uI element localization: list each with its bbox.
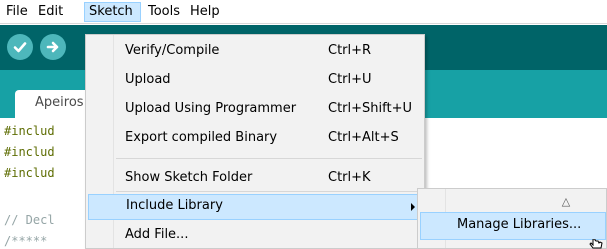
menubar: File Edit Sketch Tools Help <box>0 0 607 24</box>
scroll-up-icon[interactable]: △ <box>556 194 576 208</box>
menu-item-label: Show Sketch Folder <box>125 170 253 185</box>
menu-item-show-sketch-folder[interactable]: Show Sketch Folder Ctrl+K <box>86 166 424 192</box>
hand-cursor-icon <box>589 239 603 249</box>
menu-item-shortcut: Ctrl+Alt+S <box>328 130 399 145</box>
menu-item-label: Upload Using Programmer <box>125 101 297 116</box>
scroll-up-glyph: △ <box>561 194 571 208</box>
menu-item-verify-compile[interactable]: Verify/Compile Ctrl+R <box>86 39 424 65</box>
menu-item-label: Upload <box>125 72 171 87</box>
code-line: // Decl <box>4 213 55 227</box>
code-line: #includ <box>4 124 55 138</box>
menu-item-label: Add File... <box>125 227 189 242</box>
menu-item-add-file[interactable]: Add File... <box>86 223 424 249</box>
menu-item-label: Manage Libraries... <box>457 217 582 232</box>
menu-item-shortcut: Ctrl+R <box>328 43 372 58</box>
code-line: #includ <box>4 166 55 180</box>
arrow-right-icon <box>46 41 59 53</box>
menu-edit[interactable]: Edit <box>34 2 67 22</box>
menu-item-shortcut: Ctrl+Shift+U <box>328 101 412 116</box>
menu-tools[interactable]: Tools <box>144 2 184 22</box>
include-library-submenu: △ Manage Libraries... <box>417 188 607 249</box>
menu-file[interactable]: File <box>2 2 32 22</box>
upload-button[interactable] <box>40 34 66 60</box>
menu-sketch[interactable]: Sketch <box>84 2 141 22</box>
menu-item-label: Export compiled Binary <box>125 130 278 145</box>
verify-button[interactable] <box>7 34 33 60</box>
code-line: #includ <box>4 145 55 159</box>
menu-item-include-library[interactable]: Include Library <box>88 194 422 220</box>
sketch-menu: Verify/Compile Ctrl+R Upload Ctrl+U Uplo… <box>85 34 425 249</box>
menu-item-shortcut: Ctrl+U <box>328 72 372 87</box>
menu-item-export-compiled-binary[interactable]: Export compiled Binary Ctrl+Alt+S <box>86 126 424 152</box>
checkmark-icon <box>13 42 27 53</box>
menu-separator <box>116 191 422 192</box>
menu-item-upload-using-programmer[interactable]: Upload Using Programmer Ctrl+Shift+U <box>86 97 424 123</box>
menu-item-upload[interactable]: Upload Ctrl+U <box>86 68 424 94</box>
menu-item-label: Verify/Compile <box>125 43 220 58</box>
submenu-arrow-icon <box>411 203 415 211</box>
menu-item-manage-libraries[interactable]: Manage Libraries... <box>420 212 606 240</box>
code-line: /***** <box>4 234 48 248</box>
menu-item-label: Include Library <box>126 198 223 213</box>
menu-separator <box>116 158 422 159</box>
menu-help[interactable]: Help <box>186 2 224 22</box>
menu-item-shortcut: Ctrl+K <box>328 170 371 185</box>
